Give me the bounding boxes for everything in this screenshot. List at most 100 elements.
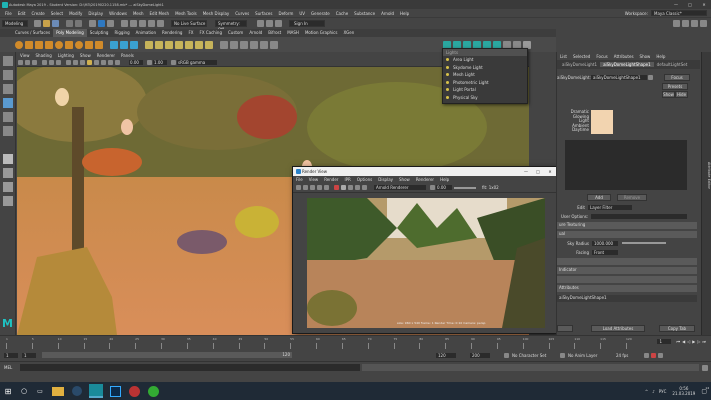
grid-toggle-icon[interactable] [42,60,47,65]
poly-cylinder-icon[interactable] [35,40,43,49]
snapshot-icon[interactable] [324,185,329,190]
wireframe-icon[interactable] [66,60,71,65]
maya-taskbar-icon[interactable] [89,384,103,398]
shelf-tab[interactable]: FX [185,29,196,37]
anim-layer-icon[interactable] [560,352,565,358]
ae-section-visual[interactable]: ual [557,231,697,238]
step-forward-icon[interactable]: ▷ [697,339,700,344]
gamma-field[interactable]: 1.00 [153,60,167,65]
layout-two-icon[interactable] [3,182,13,192]
combine-icon[interactable] [110,40,118,49]
character-set-select[interactable]: No Character Set [512,353,554,358]
render-view-menu-item[interactable]: IPR [341,177,353,182]
menu-item[interactable]: Mesh Display [200,11,233,16]
ae-node-tab[interactable]: aiSkyDomeLight1 [559,62,600,67]
live-surface-field[interactable]: No Live Surface [171,20,207,27]
menu-item[interactable]: Display [85,11,106,16]
ae-sky-radius-slider[interactable] [622,242,666,244]
layout-single-icon[interactable] [3,154,13,164]
ae-show-button[interactable]: Show [662,90,675,98]
poly-cube-icon[interactable] [25,40,33,49]
ae-edit-select[interactable]: Layer Filter [588,204,632,210]
smooth-icon[interactable] [130,40,138,49]
ae-menu-item[interactable]: Focus [593,54,610,59]
poly-sphere-icon[interactable] [15,40,23,49]
viewport-menu-item[interactable]: Lighting [55,53,77,58]
steam-icon[interactable] [72,386,82,396]
snap-surface-icon[interactable] [157,20,164,27]
loop-icon[interactable] [644,352,649,358]
shelf-tab[interactable]: Motion Graphics [302,29,341,37]
colorspace-select[interactable]: sRGB gamma [177,60,217,65]
ae-menu-item[interactable]: Show [637,54,654,59]
shelf-tab[interactable]: Bifrost [265,29,284,37]
menu-item[interactable]: Arnold [378,11,397,16]
bridge-icon[interactable] [165,40,173,49]
range-end2-field[interactable]: 200 [470,352,490,358]
select-component-icon[interactable] [107,20,114,27]
start-button-icon[interactable]: ⊞ [0,387,16,396]
snap-point-icon[interactable] [139,20,146,27]
menu-item[interactable]: Edit Mesh [147,11,173,16]
rgb-channel-icon[interactable] [334,185,339,190]
use-lights-icon[interactable] [87,60,92,65]
colorspace-icon[interactable] [171,60,176,65]
render-view-menu-item[interactable]: Options [354,177,375,182]
new-scene-icon[interactable] [34,20,41,27]
volume-icon[interactable]: ♪ [652,389,655,394]
save-scene-icon[interactable] [52,20,59,27]
input-language[interactable]: РУС [659,389,667,394]
snap-view-icon[interactable] [148,20,155,27]
shelf-tab[interactable]: Sculpting [87,29,112,37]
poly-cone-icon[interactable] [45,40,53,49]
layout-four-icon[interactable] [3,168,13,178]
ipr-icon[interactable] [303,185,308,190]
fill-hole-icon[interactable] [185,40,193,49]
photoshop-icon[interactable] [110,385,121,397]
quad-draw-icon[interactable] [250,40,258,49]
script-editor-icon[interactable] [702,364,708,371]
channel-box-toggle-icon[interactable] [700,20,707,27]
ae-focus-button[interactable]: Focus [664,74,690,81]
ae-menu-item[interactable]: List [557,54,570,59]
menu-item[interactable]: Edit [15,11,29,16]
snap-grid-icon[interactable] [121,20,128,27]
layout-outliner-icon[interactable] [3,196,13,206]
resolution-gate-icon[interactable] [56,60,61,65]
render-exposure-field[interactable]: 0.00 [436,185,452,190]
rotate-tool-icon[interactable] [3,112,13,122]
ae-menu-item[interactable]: Selected [570,54,593,59]
render-exposure-slider[interactable] [454,186,476,189]
mirror-icon[interactable] [205,40,213,49]
camera-attributes-icon[interactable] [25,60,30,65]
menu-item[interactable]: UV [296,11,308,16]
ae-hide-button[interactable]: Hide [675,90,688,98]
minimize-button[interactable]: — [669,2,683,7]
sign-in-button[interactable]: Sign In [289,20,325,27]
menu-item[interactable]: Create [28,11,47,16]
render-image[interactable]: size: 960 x 540 frame: 1 Render Time: 0:… [307,198,545,328]
shelf-tab[interactable]: Poly Modeling [53,29,87,37]
command-language[interactable]: MEL [4,365,20,370]
menu-item[interactable]: Help [397,11,412,16]
lasso-tool-icon[interactable] [3,70,13,80]
gamma-icon[interactable] [147,60,152,65]
menu-item[interactable]: Deform [275,11,296,16]
menu-item[interactable]: Surfaces [252,11,275,16]
ae-presets-button[interactable]: Presets [662,82,688,90]
menu-item[interactable]: Windows [106,11,130,16]
select-hierarchy-icon[interactable] [89,20,96,27]
render-view-menu-item[interactable]: Renderer [413,177,437,182]
lights-menu-item[interactable]: Mesh Light [443,71,527,79]
viewport-menu-item[interactable]: View [17,53,33,58]
undo-icon[interactable] [66,20,73,27]
menu-item[interactable]: Mesh Tools [172,11,200,16]
tray-up-arrow-icon[interactable]: ^ [645,389,648,394]
renderer-select[interactable]: Arnold Renderer [374,185,426,190]
target-weld-icon[interactable] [230,40,238,49]
ae-facing-select[interactable]: Front [592,249,618,255]
menu-item[interactable]: Modify [66,11,85,16]
viewport-menu-item[interactable]: Renderer [94,53,118,58]
lights-menu-item[interactable]: Area Light [443,56,527,64]
render-frame-icon[interactable] [257,20,264,27]
